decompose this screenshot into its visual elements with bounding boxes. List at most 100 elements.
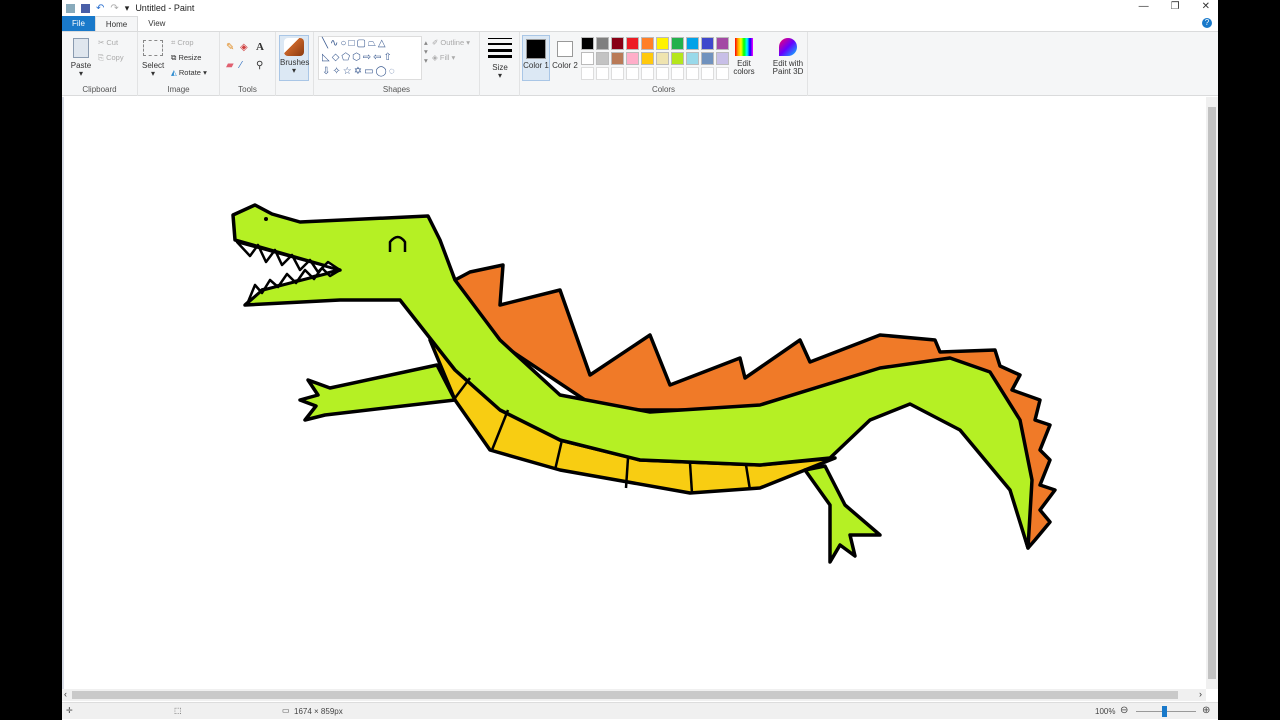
size-button[interactable]: Size ▾	[488, 38, 512, 80]
colors-label: Colors	[651, 85, 676, 94]
horizontal-scroll-thumb[interactable]	[72, 691, 1178, 699]
custom-color-slot[interactable]	[581, 67, 594, 80]
palette-color-swatch[interactable]	[656, 37, 669, 50]
palette-color-swatch[interactable]	[611, 37, 624, 50]
custom-color-slot[interactable]	[701, 67, 714, 80]
palette-color-swatch[interactable]	[686, 52, 699, 65]
horizontal-scrollbar[interactable]: ‹ ›	[62, 689, 1206, 701]
image-label: Image	[167, 85, 190, 94]
clipboard-group: Paste ▾ ✂ Cut ⎘ Copy Clipboard	[62, 32, 138, 96]
brushes-button[interactable]: Brushes ▾	[279, 35, 309, 81]
magnifier-icon[interactable]: ⚲	[256, 60, 263, 71]
shapes-label: Shapes	[382, 85, 411, 94]
tab-view[interactable]: View	[138, 16, 175, 31]
custom-color-slot[interactable]	[641, 67, 654, 80]
dragon-front-leg	[298, 363, 457, 422]
pencil-icon[interactable]: ✎	[226, 42, 234, 53]
rotate-button[interactable]: ◭ Rotate ▾	[171, 68, 207, 77]
ribbon: Paste ▾ ✂ Cut ⎘ Copy Clipboard Select ▾ ⌗ …	[62, 31, 1218, 96]
close-button[interactable]: ✕	[1202, 1, 1210, 12]
zoom-out-button[interactable]: ⊖	[1120, 705, 1128, 716]
palette-color-swatch[interactable]	[656, 52, 669, 65]
shapes-scroll[interactable]: ▴ ▾ ▾	[424, 38, 428, 65]
custom-color-slot[interactable]	[611, 67, 624, 80]
status-bar: ✛ ⬚ ▭ 1674 × 859px 100% ⊖ ⊕	[62, 702, 1218, 719]
palette-color-swatch[interactable]	[671, 52, 684, 65]
tab-file[interactable]: File	[62, 16, 95, 31]
minimize-button[interactable]: —	[1139, 1, 1149, 12]
window-title: Untitled - Paint	[135, 3, 195, 13]
fill-icon[interactable]: ◈	[240, 42, 248, 53]
zoom-in-button[interactable]: ⊕	[1202, 705, 1210, 716]
custom-color-slot[interactable]	[596, 67, 609, 80]
edit-with-paint3d-button[interactable]: Edit with Paint 3D	[766, 38, 810, 76]
help-icon[interactable]: ?	[1196, 16, 1218, 31]
crop-button[interactable]: ⌗ Crop	[171, 38, 194, 48]
eraser-icon[interactable]: ▰	[226, 60, 234, 71]
paste-button[interactable]: Paste ▾	[70, 38, 92, 78]
custom-color-slot[interactable]	[626, 67, 639, 80]
vertical-scrollbar[interactable]	[1206, 97, 1218, 689]
undo-icon[interactable]: ↶	[96, 3, 104, 14]
color2-button[interactable]: Color 2	[552, 35, 578, 70]
select-button[interactable]: Select ▾	[142, 40, 164, 78]
custom-color-slot[interactable]	[686, 67, 699, 80]
palette-color-swatch[interactable]	[581, 52, 594, 65]
palette-color-swatch[interactable]	[641, 37, 654, 50]
selection-size-icon: ⬚	[174, 706, 182, 715]
outline-button[interactable]: ✐ Outline ▾	[432, 38, 470, 47]
custom-color-slot[interactable]	[671, 67, 684, 80]
dragon-back-leg	[803, 464, 882, 564]
palette-color-swatch[interactable]	[671, 37, 684, 50]
zoom-slider-thumb[interactable]	[1162, 706, 1167, 717]
canvas-size-icon: ▭	[282, 706, 290, 715]
palette-color-swatch[interactable]	[716, 52, 729, 65]
brushes-group: Brushes ▾	[276, 32, 314, 96]
image-group: Select ▾ ⌗ Crop ⧉ Resize ◭ Rotate ▾ Image	[138, 32, 220, 96]
scroll-left-icon[interactable]: ‹	[64, 689, 67, 699]
palette-color-swatch[interactable]	[626, 37, 639, 50]
fill-button[interactable]: ◈ Fill ▾	[432, 53, 455, 62]
palette-color-swatch[interactable]	[626, 52, 639, 65]
palette-color-swatch[interactable]	[596, 37, 609, 50]
palette-color-swatch[interactable]	[611, 52, 624, 65]
restore-button[interactable]: ❐	[1171, 1, 1180, 12]
color-picker-icon[interactable]: ⁄	[240, 60, 242, 71]
custom-color-slot[interactable]	[656, 67, 669, 80]
dragon-eye	[264, 217, 268, 221]
tools-label: Tools	[238, 85, 257, 94]
cut-button[interactable]: ✂ Cut	[98, 38, 118, 47]
custom-color-slot[interactable]	[716, 67, 729, 80]
save-icon[interactable]	[81, 3, 90, 13]
color1-button[interactable]: Color 1	[522, 35, 550, 81]
cursor-position-icon: ✛	[66, 706, 73, 715]
zoom-level: 100%	[1095, 707, 1116, 716]
resize-button[interactable]: ⧉ Resize	[171, 53, 201, 63]
copy-button[interactable]: ⎘ Copy	[98, 53, 124, 63]
select-icon	[143, 40, 163, 56]
palette-color-swatch[interactable]	[581, 37, 594, 50]
palette-color-swatch[interactable]	[596, 52, 609, 65]
brush-icon	[284, 38, 304, 56]
dragon-drawing	[231, 203, 1057, 564]
scroll-right-icon[interactable]: ›	[1199, 689, 1202, 699]
palette-color-swatch[interactable]	[641, 52, 654, 65]
palette-color-swatch[interactable]	[716, 37, 729, 50]
palette-color-swatch[interactable]	[701, 52, 714, 65]
title-bar: ↶ ↷ ▾ Untitled - Paint — ❐ ✕	[62, 0, 1218, 16]
paint-window: ↶ ↷ ▾ Untitled - Paint — ❐ ✕ File Home V…	[62, 0, 1218, 720]
redo-icon[interactable]: ↷	[110, 3, 118, 14]
palette-color-swatch[interactable]	[701, 37, 714, 50]
tab-home[interactable]: Home	[94, 16, 139, 31]
edit-colors-button[interactable]: Edit colors	[730, 38, 758, 76]
vertical-scroll-thumb[interactable]	[1208, 107, 1216, 679]
size-group: Size ▾	[480, 32, 520, 96]
shapes-gallery[interactable]: ╲∿○□▢⏢△ ◺◇⬠⬡⇨⇦⇧ ⇩✧☆✡▭◯◌	[318, 36, 422, 80]
paint3d-icon	[779, 38, 797, 56]
color-spectrum-icon	[735, 38, 753, 56]
palette-color-swatch[interactable]	[686, 37, 699, 50]
paint-app-icon	[66, 3, 75, 13]
customize-quick-access-icon[interactable]: ▾	[125, 3, 130, 14]
text-icon[interactable]: A	[256, 41, 264, 53]
drawing-canvas[interactable]	[62, 97, 1206, 689]
